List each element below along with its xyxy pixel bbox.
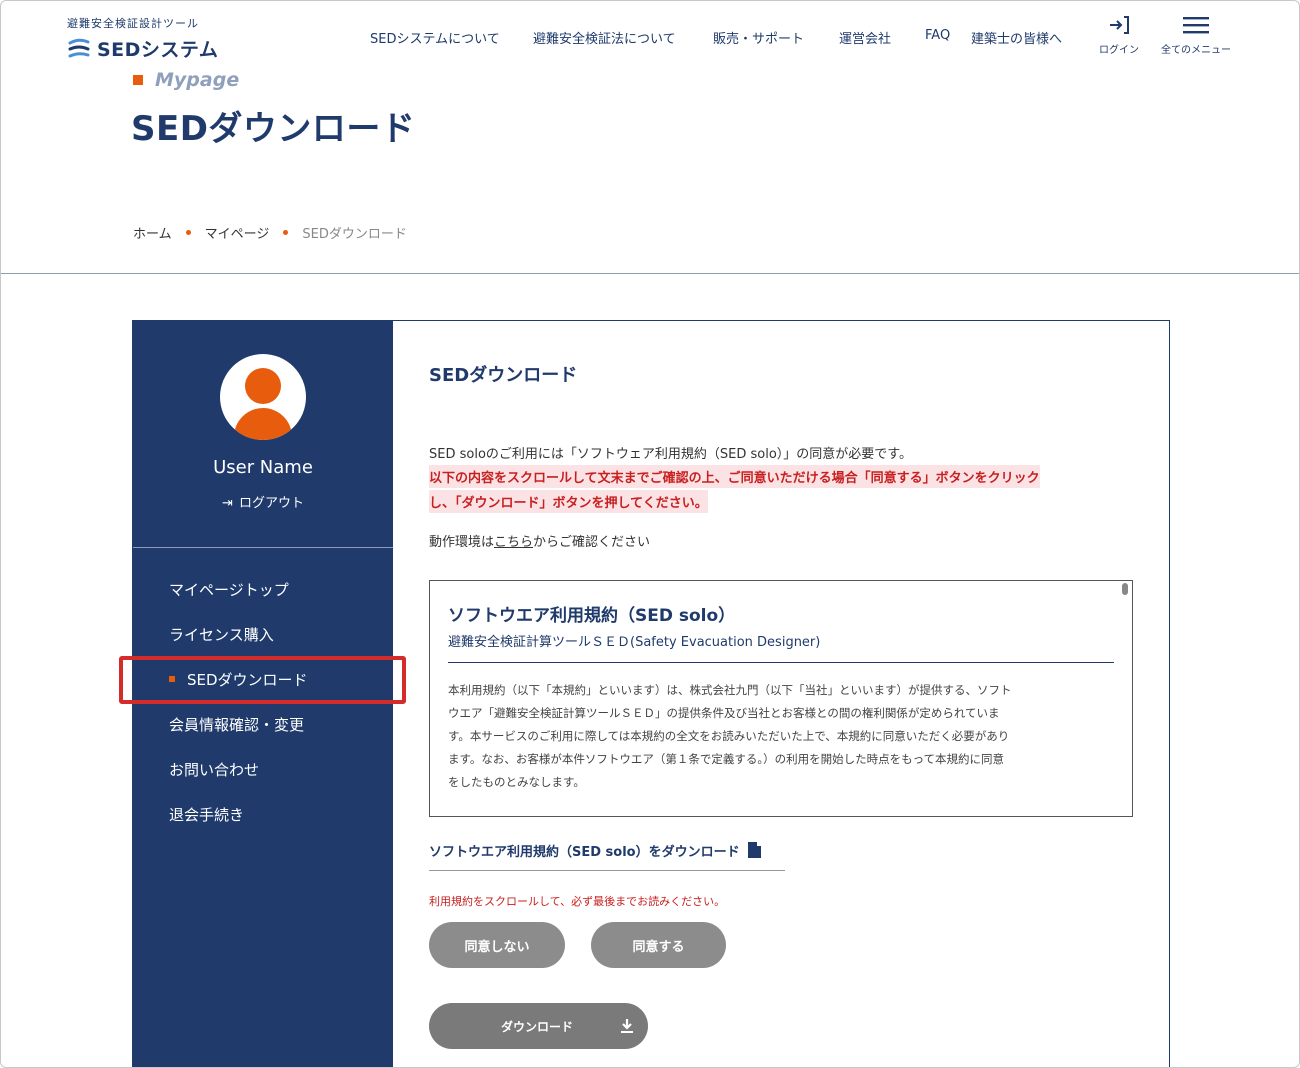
breadcrumb-separator-icon	[283, 230, 289, 235]
sidebar-item-label: 退会手続き	[169, 806, 245, 824]
breadcrumb-current: SEDダウンロード	[302, 227, 407, 242]
breadcrumb-separator-icon	[185, 230, 191, 235]
page-title: SEDダウンロード	[131, 109, 416, 149]
all-menu-label: 全てのメニュー	[1161, 45, 1231, 56]
sidebar-item-label: 会員情報確認・変更	[169, 716, 305, 734]
breadcrumb-home[interactable]: ホーム	[133, 223, 172, 242]
disagree-button[interactable]: 同意しない	[429, 922, 565, 968]
content-title: SEDダウンロード	[429, 365, 578, 386]
warning-text-line2: し、「ダウンロード」ボタンを押してください。	[429, 490, 708, 513]
nav-sed-system[interactable]: SEDシステムについて	[370, 28, 500, 47]
environment-link[interactable]: こちら	[494, 535, 533, 550]
warning-text-line1: 以下の内容をスクロールして文末までご確認の上、ご同意いただける場合「同意する」ボ…	[429, 465, 1040, 488]
nav-evacuation-law[interactable]: 避難安全検証法について	[533, 28, 676, 47]
download-terms-link[interactable]: ソフトウエア利用規約（SED solo）をダウンロード	[429, 841, 761, 860]
orange-square-icon	[133, 75, 143, 85]
download-button[interactable]: ダウンロード	[429, 1003, 648, 1049]
login-arrow-icon	[1110, 16, 1129, 34]
env-prefix: 動作環境は	[429, 535, 495, 550]
agree-button[interactable]: 同意する	[591, 922, 726, 968]
nav-faq[interactable]: FAQ	[925, 28, 950, 43]
logout-icon: ⇥	[222, 496, 233, 511]
all-menu-button[interactable]: 全てのメニュー	[1156, 15, 1236, 56]
download-terms-underline	[429, 870, 785, 871]
terms-body-line: をしたものとみなします。	[448, 775, 585, 789]
logout-label: ログアウト	[238, 496, 304, 511]
user-name: User Name	[213, 457, 313, 478]
section-label: Mypage	[133, 69, 239, 91]
terms-body-line: ウエア「避難安全検証計算ツールＳＥＤ」の提供条件及び当社とお客様との間の権利関係…	[448, 706, 1000, 720]
sidebar-divider	[133, 547, 393, 548]
terms-body-line: 本利用規約（以下「本規約」といいます）は、株式会社九門（以下「当社」といいます）…	[448, 683, 1012, 697]
sidebar-item-mypage-top[interactable]: マイページトップ	[169, 579, 308, 624]
nav-company[interactable]: 運営会社	[839, 28, 891, 47]
env-suffix: からご確認ください	[533, 535, 651, 550]
sidebar-item-member-info[interactable]: 会員情報確認・変更	[169, 714, 308, 759]
terms-divider	[448, 662, 1114, 663]
download-button-label: ダウンロード	[501, 1019, 574, 1034]
section-label-text: Mypage	[155, 69, 240, 91]
terms-title: ソフトウエア利用規約（SED solo）	[448, 606, 736, 626]
terms-body: 本利用規約（以下「本規約」といいます）は、株式会社九門（以下「当社」といいます）…	[448, 679, 1114, 794]
sidebar-item-label: お問い合わせ	[169, 761, 260, 779]
login-label: ログイン	[1099, 45, 1139, 56]
terms-subtitle: 避難安全検証計算ツールＳＥＤ(Safety Evacuation Designe…	[448, 635, 821, 650]
sidebar-menu: マイページトップ ライセンス購入 SEDダウンロード 会員情報確認・変更 お問い…	[169, 579, 308, 849]
annotation-highlight-box	[119, 656, 406, 704]
sidebar-item-unsubscribe[interactable]: 退会手続き	[169, 804, 308, 849]
header-divider	[1, 273, 1299, 274]
login-button[interactable]: ログイン	[1095, 15, 1143, 56]
breadcrumb: ホーム マイページ SEDダウンロード	[133, 223, 407, 242]
sidebar-item-contact[interactable]: お問い合わせ	[169, 759, 308, 804]
intro-text: SED soloのご利用には「ソフトウェア利用規約（SED solo）」の同意が…	[429, 447, 913, 462]
sidebar-item-label: マイページトップ	[169, 581, 289, 599]
terms-body-line: ます。なお、お客様が本件ソフトウエア（第１条で定義する。）の利用を開始した時点を…	[448, 752, 1005, 766]
pdf-file-icon	[747, 842, 761, 858]
scroll-note: 利用規約をスクロールして、必ず最後までお読みください。	[429, 895, 726, 908]
hamburger-icon	[1183, 17, 1209, 34]
breadcrumb-mypage[interactable]: マイページ	[205, 223, 270, 242]
nav-sales-support[interactable]: 販売・サポート	[713, 28, 804, 47]
user-avatar-icon	[220, 354, 306, 440]
terms-body-line: す。本サービスのご利用に際しては本規約の全文をお読みいただいた上で、本規約に同意…	[448, 729, 1010, 743]
terms-scrollbox[interactable]: ソフトウエア利用規約（SED solo） 避難安全検証計算ツールＳＥＤ(Safe…	[429, 580, 1133, 817]
scrollbar-thumb[interactable]	[1122, 583, 1128, 595]
sidebar-item-label: ライセンス購入	[169, 626, 274, 644]
environment-note: 動作環境はこちらからご確認ください	[429, 531, 650, 550]
download-arrow-icon	[621, 1019, 633, 1033]
nav-architects[interactable]: 建築士の皆様へ	[971, 28, 1062, 47]
browser-frame: 避難安全検証設計ツール SEDシステム SEDシステムについて 避難安全検証法に…	[0, 0, 1300, 1068]
download-terms-label: ソフトウエア利用規約（SED solo）をダウンロード	[429, 845, 740, 860]
logout-link[interactable]: ⇥ ログアウト	[133, 492, 393, 511]
